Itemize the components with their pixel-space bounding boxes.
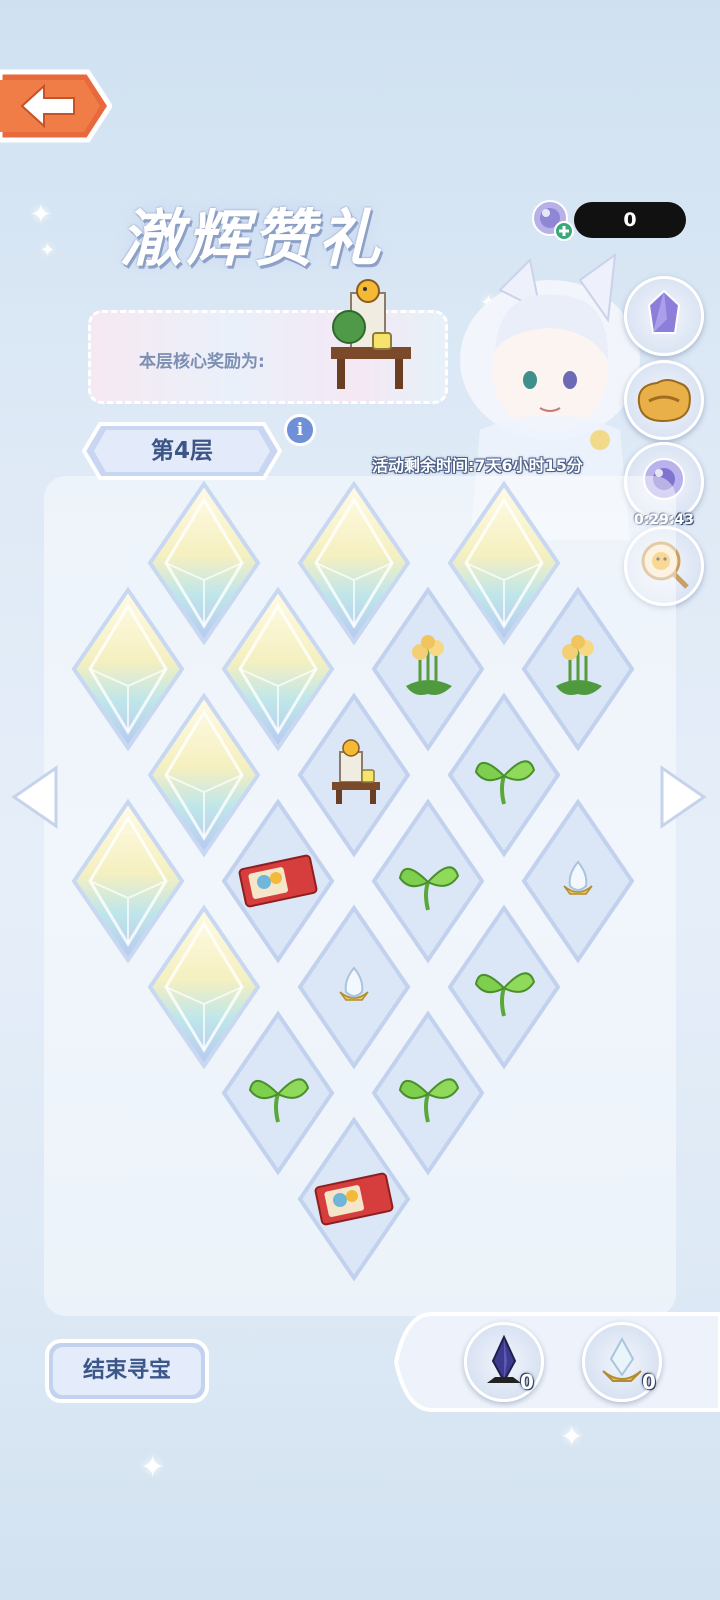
sparkle-decoration: ✦ bbox=[40, 240, 56, 261]
info-icon[interactable]: i bbox=[284, 414, 316, 446]
event-title: 澈辉赞礼 bbox=[120, 202, 385, 275]
back-button[interactable] bbox=[0, 68, 113, 144]
back-arrow-icon bbox=[0, 69, 113, 143]
board-tile-ticket[interactable] bbox=[296, 1116, 412, 1282]
floor-label: 第4层 bbox=[150, 438, 213, 464]
prev-floor-arrow[interactable] bbox=[8, 764, 62, 830]
floor-tab[interactable]: 第4层 bbox=[81, 420, 283, 482]
event-remaining-time: 活动剩余时间:7天6小时15分 bbox=[372, 456, 583, 475]
chevron-left-icon bbox=[11, 765, 58, 829]
chevron-right-icon bbox=[660, 765, 707, 829]
crystal-orb-plus-icon[interactable] bbox=[528, 198, 576, 244]
inventory-count: 0 bbox=[520, 1370, 534, 1394]
ticket-icon bbox=[297, 1116, 411, 1282]
side-button-chest[interactable] bbox=[624, 360, 704, 440]
next-floor-arrow[interactable] bbox=[656, 764, 710, 830]
end-treasure-button[interactable]: 结束寻宝 bbox=[44, 1338, 210, 1404]
currency-value: 0 bbox=[623, 209, 637, 231]
side-button-crystal[interactable] bbox=[624, 276, 704, 356]
core-reward-label: 本层核心奖励为: bbox=[139, 352, 265, 372]
inventory-count: 0 bbox=[642, 1370, 656, 1394]
sparkle-decoration: ✦ bbox=[140, 1450, 166, 1485]
currency-counter[interactable]: 0 bbox=[528, 198, 688, 242]
chick-garden-table-icon[interactable] bbox=[323, 277, 419, 397]
gold-chest-icon bbox=[637, 379, 691, 423]
core-reward-panel: 本层核心奖励为: bbox=[88, 279, 448, 404]
end-treasure-label: 结束寻宝 bbox=[82, 1358, 171, 1383]
inventory-bar-frame bbox=[393, 1312, 720, 1412]
sparkle-decoration: ✦ bbox=[560, 1420, 584, 1453]
inventory-bar: 0 0 bbox=[392, 1310, 720, 1414]
purple-crystal-icon bbox=[647, 289, 681, 334]
sparkle-decoration: ✦ bbox=[30, 200, 52, 230]
